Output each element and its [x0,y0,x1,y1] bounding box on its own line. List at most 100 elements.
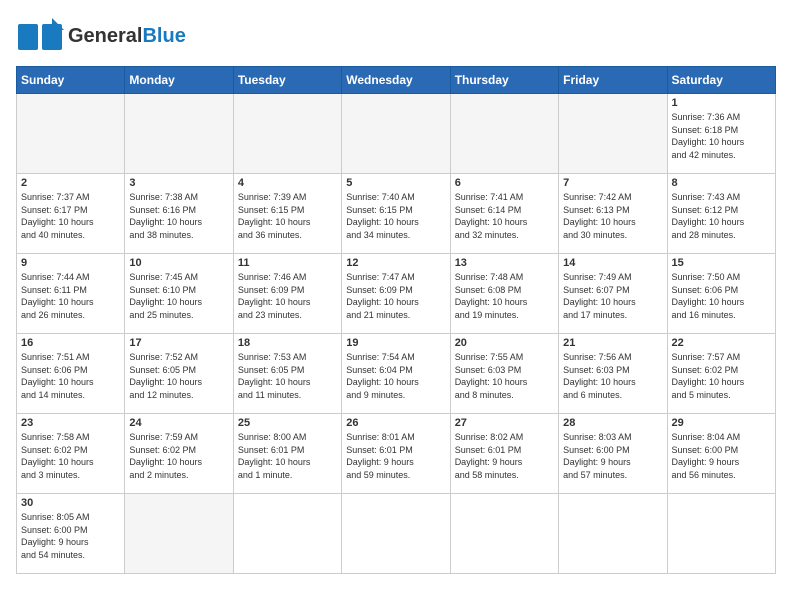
day-number: 25 [238,417,337,429]
weekday-header-friday: Friday [559,67,667,94]
day-number: 19 [346,337,445,349]
day-number: 14 [563,257,662,269]
day-info: Sunrise: 7:47 AM Sunset: 6:09 PM Dayligh… [346,271,445,321]
day-info: Sunrise: 7:53 AM Sunset: 6:05 PM Dayligh… [238,351,337,401]
day-number: 8 [672,177,771,189]
calendar-cell: 3Sunrise: 7:38 AM Sunset: 6:16 PM Daylig… [125,174,233,254]
day-info: Sunrise: 7:41 AM Sunset: 6:14 PM Dayligh… [455,191,554,241]
day-info: Sunrise: 7:45 AM Sunset: 6:10 PM Dayligh… [129,271,228,321]
calendar-cell: 15 Sunrise: 7:50 AM Sunset: 6:06 PM Dayli… [667,254,775,334]
day-number: 9 [21,257,120,269]
calendar-cell: 18 Sunrise: 7:53 AM Sunset: 6:05 PM Dayli… [233,334,341,414]
calendar-cell: 5Sunrise: 7:40 AM Sunset: 6:15 PM Daylig… [342,174,450,254]
weekday-header-sunday: Sunday [17,67,125,94]
calendar-cell [559,494,667,574]
day-info: Sunrise: 7:50 AM Sunset: 6:06 PM Dayligh… [672,271,771,321]
calendar-cell [450,494,558,574]
day-number: 12 [346,257,445,269]
calendar-cell: 23 Sunrise: 7:58 AM Sunset: 6:02 PM Dayli… [17,414,125,494]
calendar-cell: 19Sunrise: 7:54 AM Sunset: 6:04 PM Dayli… [342,334,450,414]
calendar-cell [233,494,341,574]
calendar-cell: 22 Sunrise: 7:57 AM Sunset: 6:02 PM Dayli… [667,334,775,414]
day-info: Sunrise: 7:40 AM Sunset: 6:15 PM Dayligh… [346,191,445,241]
day-info: Sunrise: 7:49 AM Sunset: 6:07 PM Dayligh… [563,271,662,321]
day-info: Sunrise: 8:00 AM Sunset: 6:01 PM Dayligh… [238,431,337,481]
calendar-row: 30 Sunrise: 8:05 AM Sunset: 6:00 PM Dayli… [17,494,776,574]
day-info: Sunrise: 7:51 AM Sunset: 6:06 PM Dayligh… [21,351,120,401]
day-number: 20 [455,337,554,349]
calendar-cell: 29Sunrise: 8:04 AM Sunset: 6:00 PM Dayli… [667,414,775,494]
calendar-cell: 7 Sunrise: 7:42 AM Sunset: 6:13 PM Daylig… [559,174,667,254]
calendar-cell: 11Sunrise: 7:46 AM Sunset: 6:09 PM Dayli… [233,254,341,334]
calendar-row: 23 Sunrise: 7:58 AM Sunset: 6:02 PM Dayli… [17,414,776,494]
day-number: 3 [129,177,228,189]
day-number: 22 [672,337,771,349]
day-number: 11 [238,257,337,269]
calendar-cell: 13 Sunrise: 7:48 AM Sunset: 6:08 PM Dayli… [450,254,558,334]
calendar-cell [17,94,125,174]
calendar-cell: 9 Sunrise: 7:44 AM Sunset: 6:11 PM Daylig… [17,254,125,334]
calendar-cell: 6 Sunrise: 7:41 AM Sunset: 6:14 PM Daylig… [450,174,558,254]
weekday-header-tuesday: Tuesday [233,67,341,94]
day-number: 24 [129,417,228,429]
day-number: 17 [129,337,228,349]
day-number: 4 [238,177,337,189]
calendar-cell: 28Sunrise: 8:03 AM Sunset: 6:00 PM Dayli… [559,414,667,494]
day-info: Sunrise: 8:01 AM Sunset: 6:01 PM Dayligh… [346,431,445,481]
day-info: Sunrise: 7:36 AM Sunset: 6:18 PM Dayligh… [672,111,771,161]
calendar-row: 16 Sunrise: 7:51 AM Sunset: 6:06 PM Dayli… [17,334,776,414]
calendar-cell: 17Sunrise: 7:52 AM Sunset: 6:05 PM Dayli… [125,334,233,414]
day-info: Sunrise: 7:57 AM Sunset: 6:02 PM Dayligh… [672,351,771,401]
calendar-row: 1Sunrise: 7:36 AM Sunset: 6:18 PM Daylig… [17,94,776,174]
logo-text: GeneralBlue [68,25,186,47]
day-info: Sunrise: 7:42 AM Sunset: 6:13 PM Dayligh… [563,191,662,241]
day-number: 7 [563,177,662,189]
calendar-row: 9 Sunrise: 7:44 AM Sunset: 6:11 PM Daylig… [17,254,776,334]
calendar-cell: 30 Sunrise: 8:05 AM Sunset: 6:00 PM Dayli… [17,494,125,574]
logo-icon [16,16,64,56]
day-info: Sunrise: 7:37 AM Sunset: 6:17 PM Dayligh… [21,191,120,241]
day-number: 21 [563,337,662,349]
calendar-cell: 12 Sunrise: 7:47 AM Sunset: 6:09 PM Dayli… [342,254,450,334]
day-number: 16 [21,337,120,349]
calendar-cell: 16 Sunrise: 7:51 AM Sunset: 6:06 PM Dayli… [17,334,125,414]
calendar-cell: 8 Sunrise: 7:43 AM Sunset: 6:12 PM Daylig… [667,174,775,254]
day-info: Sunrise: 7:44 AM Sunset: 6:11 PM Dayligh… [21,271,120,321]
calendar-cell [559,94,667,174]
calendar-cell [125,494,233,574]
day-info: Sunrise: 7:55 AM Sunset: 6:03 PM Dayligh… [455,351,554,401]
calendar-cell [450,94,558,174]
day-number: 23 [21,417,120,429]
weekday-header-saturday: Saturday [667,67,775,94]
day-info: Sunrise: 8:04 AM Sunset: 6:00 PM Dayligh… [672,431,771,481]
calendar-cell [342,94,450,174]
day-number: 15 [672,257,771,269]
calendar-cell: 2Sunrise: 7:37 AM Sunset: 6:17 PM Daylig… [17,174,125,254]
day-info: Sunrise: 8:02 AM Sunset: 6:01 PM Dayligh… [455,431,554,481]
day-number: 6 [455,177,554,189]
day-number: 10 [129,257,228,269]
day-info: Sunrise: 7:43 AM Sunset: 6:12 PM Dayligh… [672,191,771,241]
day-info: Sunrise: 7:59 AM Sunset: 6:02 PM Dayligh… [129,431,228,481]
weekday-header-wednesday: Wednesday [342,67,450,94]
calendar-cell: 14 Sunrise: 7:49 AM Sunset: 6:07 PM Dayli… [559,254,667,334]
logo: GeneralBlue [16,16,186,56]
day-info: Sunrise: 7:48 AM Sunset: 6:08 PM Dayligh… [455,271,554,321]
calendar-cell [667,494,775,574]
day-info: Sunrise: 7:56 AM Sunset: 6:03 PM Dayligh… [563,351,662,401]
page-header: GeneralBlue [16,16,776,56]
calendar-cell: 4Sunrise: 7:39 AM Sunset: 6:15 PM Daylig… [233,174,341,254]
weekday-header-thursday: Thursday [450,67,558,94]
day-number: 18 [238,337,337,349]
day-info: Sunrise: 7:58 AM Sunset: 6:02 PM Dayligh… [21,431,120,481]
calendar-cell: 21 Sunrise: 7:56 AM Sunset: 6:03 PM Dayli… [559,334,667,414]
day-number: 13 [455,257,554,269]
calendar-cell: 1Sunrise: 7:36 AM Sunset: 6:18 PM Daylig… [667,94,775,174]
calendar-cell: 24 Sunrise: 7:59 AM Sunset: 6:02 PM Dayli… [125,414,233,494]
calendar-cell [125,94,233,174]
day-number: 30 [21,497,120,509]
weekday-header-row: SundayMondayTuesdayWednesdayThursdayFrid… [17,67,776,94]
calendar-row: 2Sunrise: 7:37 AM Sunset: 6:17 PM Daylig… [17,174,776,254]
calendar-cell [342,494,450,574]
day-info: Sunrise: 8:05 AM Sunset: 6:00 PM Dayligh… [21,511,120,561]
